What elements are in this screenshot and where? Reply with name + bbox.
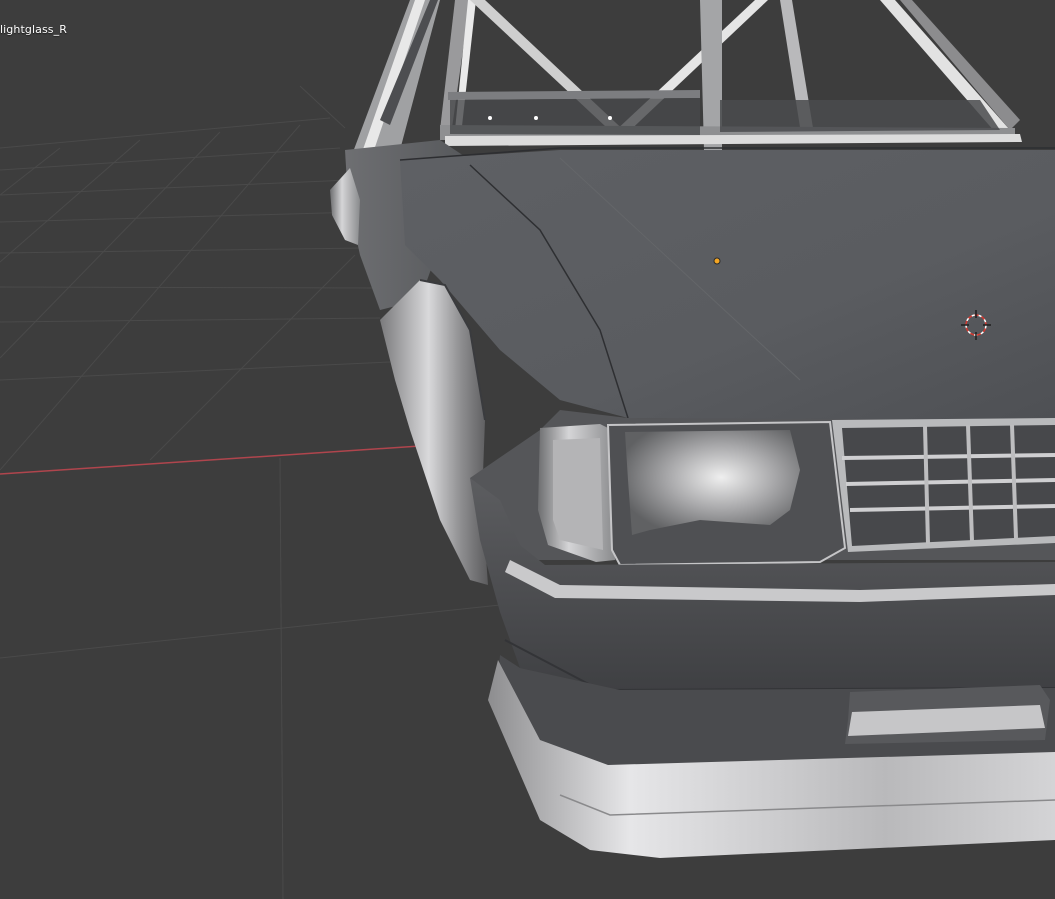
grille [832,418,1055,552]
viewport-scene[interactable] [0,0,1055,899]
corner-light-inner [553,438,603,550]
roll-cage [440,0,1022,150]
a-pillar [350,0,440,160]
x-axis-line [0,445,421,475]
3d-viewport[interactable]: lightglass_R [0,0,1055,899]
object-origin[interactable] [713,257,721,265]
headlight-reflector [625,430,800,535]
fender-flare [380,280,488,585]
